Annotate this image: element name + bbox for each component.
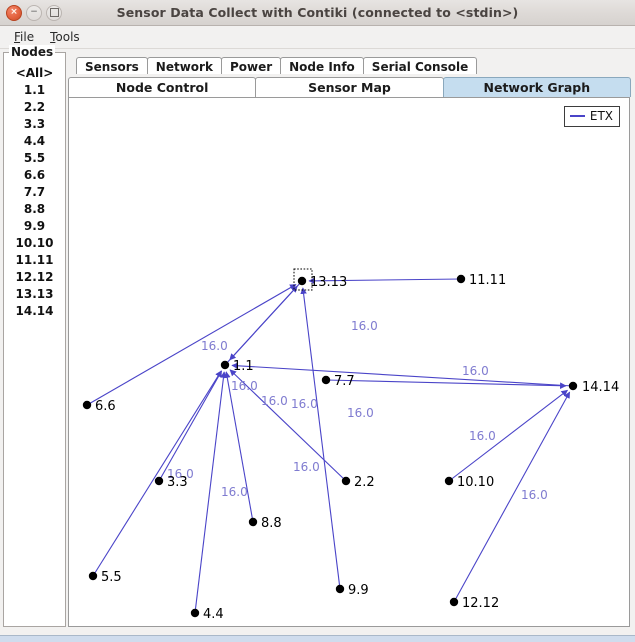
graph-node-dot[interactable]: [190, 608, 200, 618]
graph-edge: [300, 287, 341, 590]
node-list-item[interactable]: 10.10: [4, 235, 65, 252]
graph-edge: [224, 371, 254, 523]
main-content: Nodes <All> 1.1 2.2 3.3 4.4 5.5 6.6 7.7 8.8 9.9 10…: [0, 45, 635, 635]
graph-edge: [86, 284, 297, 406]
graph-node-label: 7.7: [334, 374, 355, 389]
title-bar: × − Sensor Data Collect with Contiki (co…: [0, 0, 635, 26]
graph-node-dot[interactable]: [220, 360, 230, 370]
edge-weight-label: 16.0: [293, 460, 320, 474]
edges-layer: [86, 277, 574, 614]
node-list-item[interactable]: 12.12: [4, 269, 65, 286]
graph-node-label: 2.2: [354, 475, 375, 490]
menu-tools-rest: ools: [55, 30, 80, 44]
graph-node-dot[interactable]: [449, 597, 459, 607]
graph-node-label: 11.11: [469, 273, 506, 288]
graph-node-dot[interactable]: [88, 571, 98, 581]
graph-node-dot[interactable]: [248, 517, 258, 527]
graph-node-label: 6.6: [95, 399, 116, 414]
window-title: Sensor Data Collect with Contiki (connec…: [116, 5, 519, 20]
edge-weight-label: 16.0: [469, 429, 496, 443]
legend-label: ETX: [589, 109, 613, 123]
graph-node-label: 4.4: [203, 607, 224, 622]
graph-node-label: 3.3: [167, 475, 188, 490]
graph-edge: [229, 280, 303, 361]
etx-legend: ETX: [563, 106, 620, 127]
edge-weight-label: 16.0: [351, 319, 378, 333]
node-list-item[interactable]: 2.2: [4, 99, 65, 116]
node-list-item[interactable]: <All>: [4, 65, 65, 82]
tab-sensor-map[interactable]: Sensor Map: [255, 77, 444, 97]
graph-node-label: 1.1: [233, 359, 254, 374]
nodes-panel-title: Nodes: [9, 45, 56, 59]
nodes-panel: Nodes <All> 1.1 2.2 3.3 4.4 5.5 6.6 7.7 8.8 9.9 10…: [3, 45, 66, 627]
graph-node-label: 10.10: [457, 475, 494, 490]
network-graph-svg: 16.016.016.016.016.016.016.016.016.016.0…: [82, 268, 619, 622]
node-list-item[interactable]: 5.5: [4, 150, 65, 167]
menu-tools[interactable]: Tools: [42, 28, 88, 46]
node-list-item[interactable]: 13.13: [4, 286, 65, 303]
node-list-item[interactable]: 9.9: [4, 218, 65, 235]
tab-node-control[interactable]: Node Control: [68, 77, 257, 97]
edge-weight-label: 16.0: [221, 485, 248, 499]
graph-edge: [194, 371, 227, 614]
graph-node-dot[interactable]: [341, 476, 351, 486]
menu-bar: File Tools: [0, 26, 635, 49]
graph-node-label: 9.9: [348, 583, 369, 598]
graph-edge: [231, 362, 574, 387]
maximize-window-button[interactable]: [46, 4, 62, 21]
node-list-item[interactable]: 1.1: [4, 82, 65, 99]
minimize-window-button[interactable]: −: [26, 4, 42, 21]
graph-node-label: 13.13: [310, 275, 347, 290]
graph-node-label: 8.8: [261, 516, 282, 531]
legend-line-icon: [569, 115, 585, 117]
graph-node-dot[interactable]: [456, 274, 466, 284]
graph-node-dot[interactable]: [154, 476, 164, 486]
graph-node-dot[interactable]: [321, 375, 331, 385]
tab-power[interactable]: Power: [220, 57, 282, 74]
graph-node-dot[interactable]: [335, 584, 345, 594]
edge-weight-label: 16.0: [231, 379, 258, 393]
tab-node-info[interactable]: Node Info: [280, 57, 364, 74]
node-list-item[interactable]: 3.3: [4, 116, 65, 133]
graph-edge: [453, 391, 571, 603]
edge-weight-label: 16.0: [521, 488, 548, 502]
graph-edge: [448, 389, 568, 482]
node-list[interactable]: <All> 1.1 2.2 3.3 4.4 5.5 6.6 7.7 8.8 9.9 10.10 11.…: [4, 65, 65, 320]
tab-network[interactable]: Network: [146, 57, 222, 74]
edge-weight-label: 16.0: [347, 406, 374, 420]
tab-row-primary: Sensors Network Power Node Info Serial Conso…: [68, 52, 630, 74]
edge-weight-label: 16.0: [261, 394, 288, 408]
graph-node-dot[interactable]: [297, 276, 307, 286]
tab-sensors[interactable]: Sensors: [76, 57, 148, 74]
edge-weight-label: 16.0: [201, 339, 228, 353]
edge-weight-label: 16.0: [462, 364, 489, 378]
tab-row-secondary: Node Control Sensor Map Network Graph: [68, 74, 631, 97]
node-list-item[interactable]: 11.11: [4, 252, 65, 269]
tab-network-graph[interactable]: Network Graph: [442, 77, 631, 97]
graph-node-dot[interactable]: [82, 400, 92, 410]
node-list-item[interactable]: 8.8: [4, 201, 65, 218]
graph-node-dot[interactable]: [568, 381, 578, 391]
menu-file[interactable]: File: [6, 28, 42, 46]
graph-node-label: 14.14: [582, 380, 619, 395]
window-controls: × −: [0, 4, 62, 21]
close-window-button[interactable]: ×: [6, 4, 22, 21]
tab-serial-console[interactable]: Serial Console: [362, 57, 478, 74]
graph-edge: [158, 370, 223, 482]
application-window: × − Sensor Data Collect with Contiki (co…: [0, 0, 635, 642]
tabbed-panel: Sensors Network Power Node Info Serial Conso…: [68, 52, 631, 627]
graph-node-label: 5.5: [101, 570, 122, 585]
menu-file-rest: ile: [20, 30, 35, 44]
graph-node-dot[interactable]: [444, 476, 454, 486]
node-list-item[interactable]: 6.6: [4, 167, 65, 184]
network-graph-canvas[interactable]: 16.0 16.0 16.0 16.0 16.0 16.0 16.0 16.0 16.0 16.0…: [68, 97, 630, 627]
window-bottom-edge: [0, 635, 635, 642]
node-list-item[interactable]: 4.4: [4, 133, 65, 150]
node-list-item[interactable]: 14.14: [4, 303, 65, 320]
graph-node-label: 12.12: [462, 596, 499, 611]
edge-weight-label: 16.0: [291, 397, 318, 411]
node-list-item[interactable]: 7.7: [4, 184, 65, 201]
